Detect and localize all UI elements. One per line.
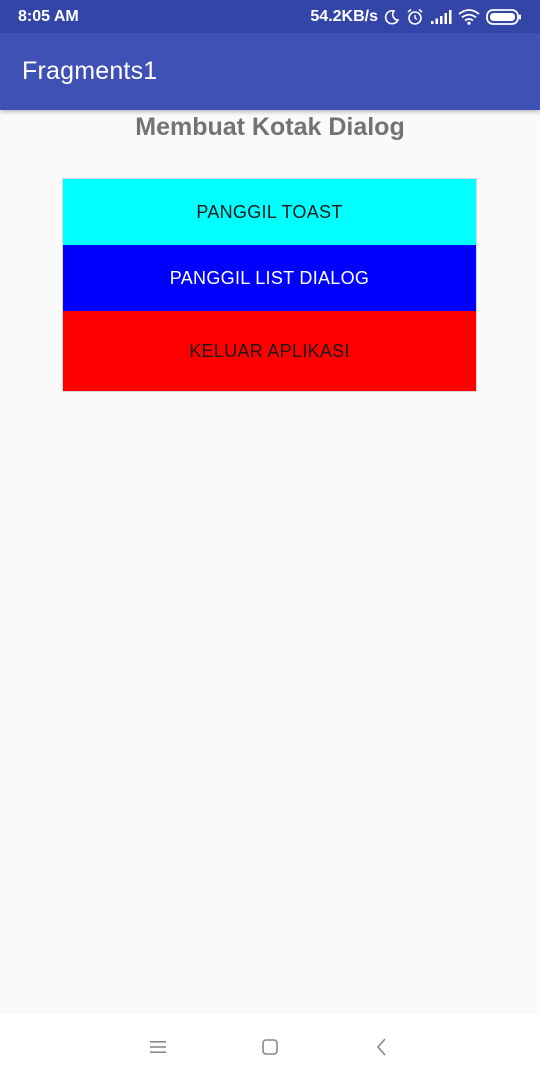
status-bar: 8:05 AM 54.2KB/s	[0, 0, 540, 33]
page-heading: Membuat Kotak Dialog	[135, 113, 405, 141]
show-list-dialog-button[interactable]: PANGGIL LIST DIALOG	[63, 245, 476, 311]
show-list-dialog-button-label: PANGGIL LIST DIALOG	[169, 267, 370, 288]
signal-icon	[430, 9, 452, 24]
status-icons: 54.2KB/s	[310, 8, 522, 26]
navigation-bar	[0, 1014, 540, 1080]
home-icon[interactable]	[256, 1034, 284, 1060]
battery-icon	[486, 8, 522, 26]
moon-icon	[384, 9, 400, 25]
wifi-icon	[458, 8, 480, 25]
app-title: Fragments1	[22, 57, 158, 85]
button-group: PANGGIL TOAST PANGGIL LIST DIALOG KELUAR…	[62, 178, 477, 392]
exit-app-button-label: KELUAR APLIKASI	[189, 340, 350, 361]
menu-icon[interactable]	[144, 1034, 172, 1060]
show-toast-button[interactable]: PANGGIL TOAST	[63, 179, 476, 245]
exit-app-button[interactable]: KELUAR APLIKASI	[63, 311, 476, 391]
show-toast-button-label: PANGGIL TOAST	[196, 201, 343, 222]
back-icon[interactable]	[368, 1034, 396, 1060]
screen: 8:05 AM 54.2KB/s Fragments1 Membuat Kota…	[0, 0, 540, 1080]
alarm-icon	[406, 8, 424, 26]
status-time: 8:05 AM	[18, 7, 79, 25]
network-speed: 54.2KB/s	[310, 7, 378, 25]
app-bar: Fragments1	[0, 33, 540, 110]
